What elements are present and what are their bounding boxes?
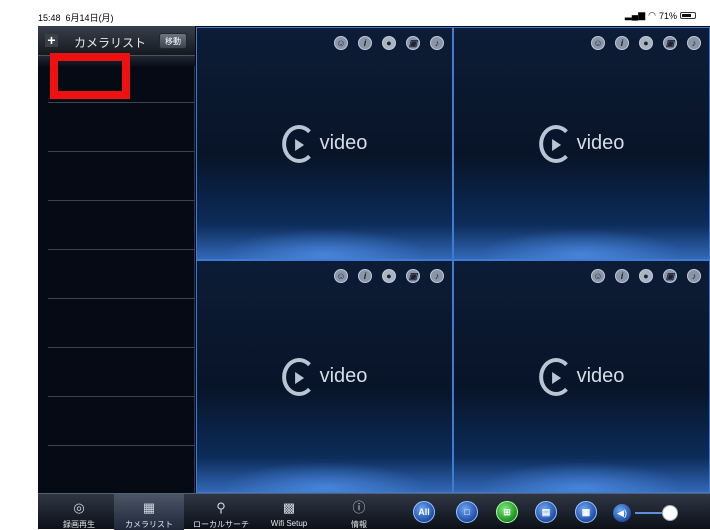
record-icon[interactable]: ● (639, 269, 653, 283)
video-label: video (319, 132, 368, 154)
list-item[interactable] (48, 445, 195, 494)
wifi-icon: ◠ (648, 10, 656, 20)
layout-single-button[interactable]: □ (456, 501, 478, 523)
info-icon[interactable]: i (615, 269, 629, 283)
record-icon[interactable]: ● (639, 36, 653, 50)
play-icon (281, 357, 316, 396)
record-icon[interactable]: ● (382, 269, 396, 283)
cell-controls: ☺ i ● ▣ ♪ (591, 36, 701, 50)
list-item[interactable] (48, 347, 195, 396)
list-item[interactable] (48, 102, 195, 151)
tab-wifi-setup[interactable]: ▩ Wifi Setup (254, 494, 324, 530)
layout-all-button[interactable]: All (413, 501, 435, 523)
video-placeholder-logo: video (538, 124, 625, 163)
tab-playback[interactable]: ◎ 録画再生 (44, 494, 114, 530)
status-indicators: ▂▄▆ ◠ 71% (625, 10, 696, 21)
tab-camera-list[interactable]: ▦ カメラリスト (114, 494, 184, 530)
talk-icon[interactable]: ☺ (591, 269, 605, 283)
status-time: 15:48 6月14日(月) (38, 13, 114, 23)
audio-icon[interactable]: ♪ (430, 36, 444, 50)
list-item[interactable] (48, 298, 195, 347)
video-cell-4[interactable]: ☺ i ● ▣ ♪ video (453, 260, 710, 493)
bottom-toolbar: ◎ 録画再生 ▦ カメラリスト ⚲ ローカルサーチ ▩ Wifi Setup ⓘ… (38, 493, 710, 530)
app-window: + カメラリスト 移動 ☺ i ● ▣ ♪ video ☺ i ● ▣ ♪ vi… (38, 26, 710, 530)
cell-controls: ☺ i ● ▣ ♪ (334, 269, 444, 283)
add-camera-button[interactable]: + (45, 33, 58, 47)
cell-controls: ☺ i ● ▣ ♪ (334, 36, 444, 50)
snapshot-icon[interactable]: ▣ (663, 269, 677, 283)
playback-icon: ◎ (73, 500, 85, 515)
video-label: video (576, 132, 625, 154)
highlight-box (50, 53, 130, 99)
snapshot-icon[interactable]: ▣ (406, 36, 420, 50)
audio-icon[interactable]: ♪ (687, 36, 701, 50)
play-icon (281, 124, 316, 163)
signal-icon: ▂▄▆ (624, 10, 646, 20)
layout-grid-button[interactable]: ▦ (575, 501, 597, 523)
search-icon: ⚲ (216, 500, 226, 515)
talk-icon[interactable]: ☺ (334, 36, 348, 50)
sidebar-header: + カメラリスト 移動 (38, 26, 195, 56)
video-placeholder-logo: video (281, 357, 368, 396)
video-cell-2[interactable]: ☺ i ● ▣ ♪ video (453, 27, 710, 260)
cell-controls: ☺ i ● ▣ ♪ (591, 269, 701, 283)
snapshot-icon[interactable]: ▣ (406, 269, 420, 283)
battery-percent: 71% (658, 10, 677, 21)
video-placeholder-logo: video (281, 124, 368, 163)
list-item[interactable] (48, 200, 195, 249)
play-icon (538, 357, 573, 396)
list-item[interactable] (48, 151, 195, 200)
play-icon (538, 124, 573, 163)
list-item[interactable] (48, 249, 195, 298)
video-cell-3[interactable]: ☺ i ● ▣ ♪ video (196, 260, 453, 493)
audio-icon[interactable]: ♪ (430, 269, 444, 283)
info-icon: ⓘ (352, 500, 366, 515)
talk-icon[interactable]: ☺ (591, 36, 605, 50)
talk-icon[interactable]: ☺ (334, 269, 348, 283)
video-label: video (319, 365, 368, 387)
layout-quad-button[interactable]: ⊞ (496, 501, 518, 523)
info-icon[interactable]: i (358, 269, 372, 283)
battery-icon (680, 12, 696, 19)
volume-slider-knob[interactable] (662, 505, 678, 521)
camera-list-icon: ▦ (142, 500, 156, 515)
camera-list (48, 102, 195, 494)
video-placeholder-logo: video (538, 357, 625, 396)
tab-local-search[interactable]: ⚲ ローカルサーチ (186, 494, 256, 530)
sidebar-title: カメラリスト (74, 36, 147, 50)
layout-multi-button[interactable]: ▤ (535, 501, 557, 523)
qr-code-icon: ▩ (282, 500, 296, 515)
record-icon[interactable]: ● (382, 36, 396, 50)
move-button[interactable]: 移動 (159, 33, 187, 49)
video-cell-1[interactable]: ☺ i ● ▣ ♪ video (196, 27, 453, 260)
snapshot-icon[interactable]: ▣ (663, 36, 677, 50)
list-item[interactable] (48, 396, 195, 445)
video-label: video (576, 365, 625, 387)
info-icon[interactable]: i (358, 36, 372, 50)
volume-icon[interactable]: ◀) (613, 504, 631, 522)
status-bar: 15:48 6月14日(月) ▂▄▆ ◠ 71% (0, 0, 710, 26)
info-icon[interactable]: i (615, 36, 629, 50)
tab-info[interactable]: ⓘ 情報 (324, 494, 394, 530)
audio-icon[interactable]: ♪ (687, 269, 701, 283)
